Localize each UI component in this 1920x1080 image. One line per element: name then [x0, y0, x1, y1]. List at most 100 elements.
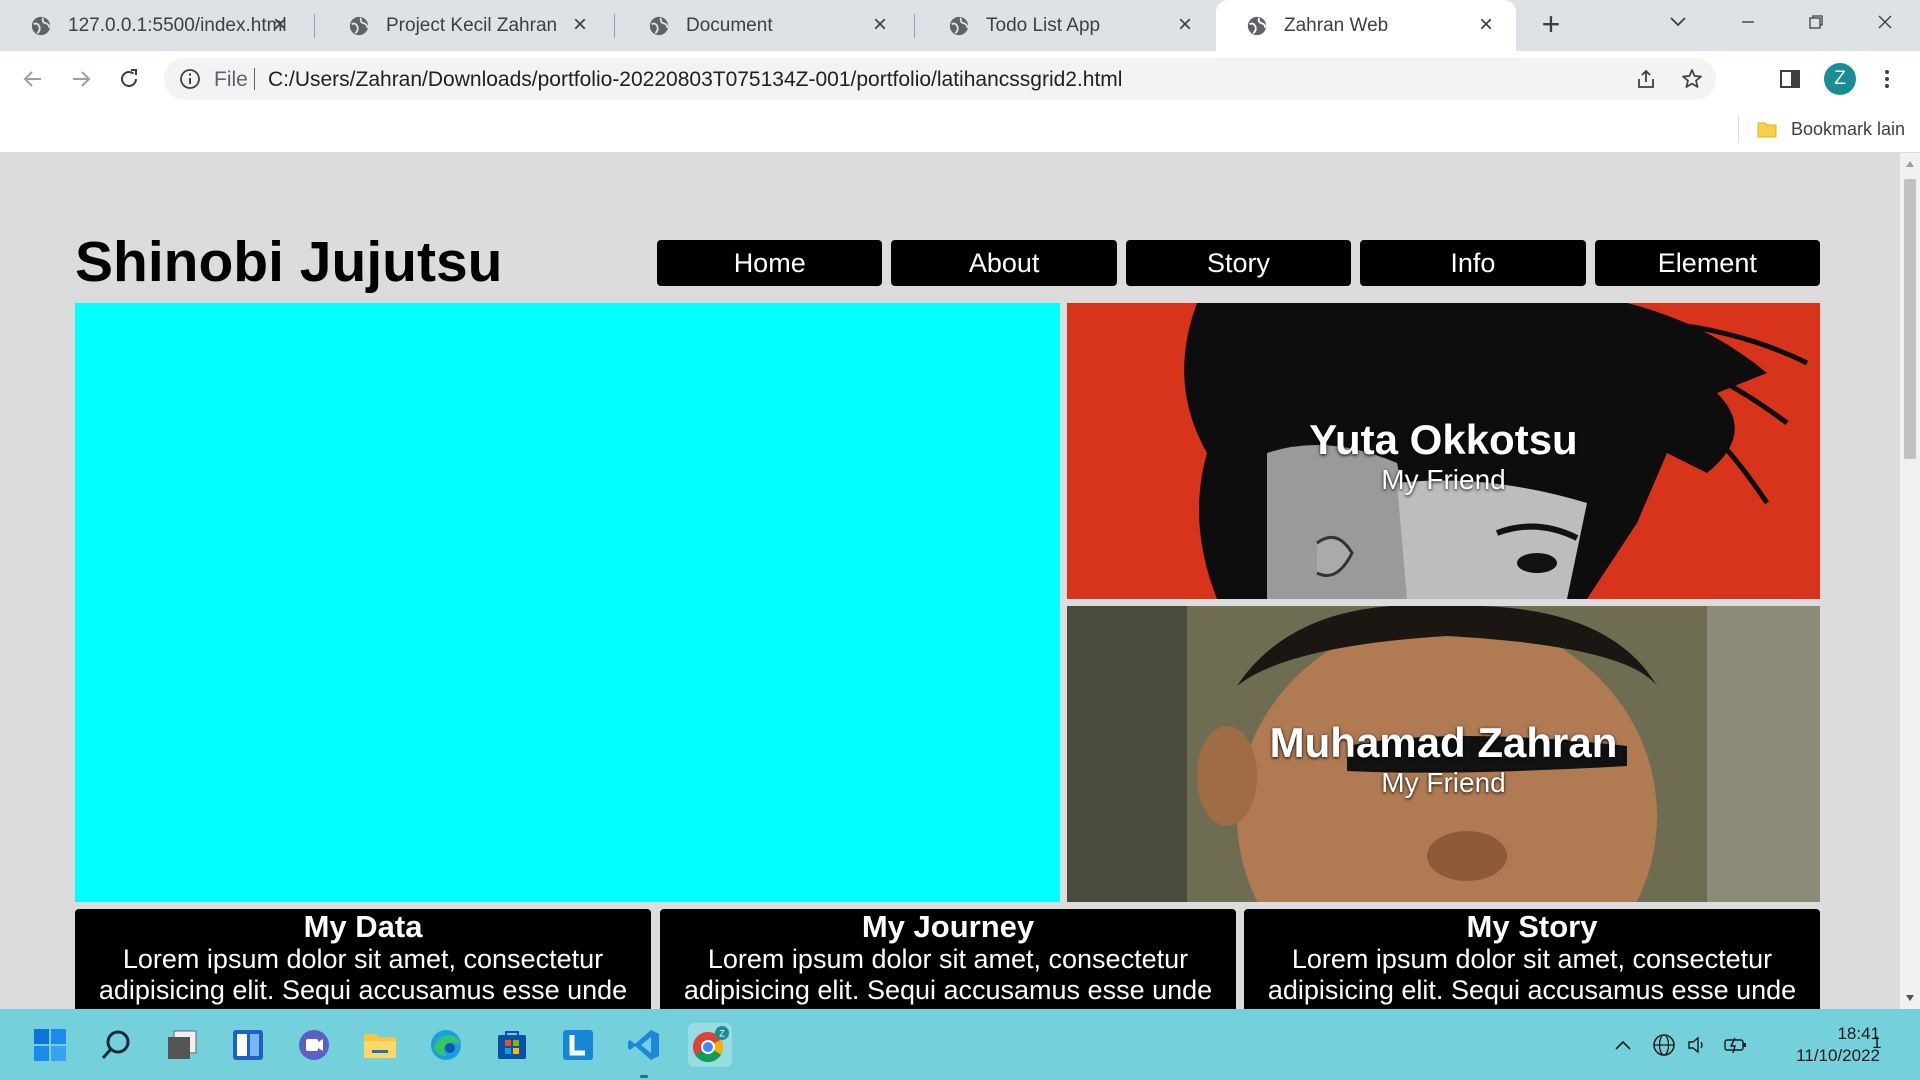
microsoft-store-icon — [498, 1031, 526, 1059]
teams-chat-icon — [299, 1030, 329, 1060]
close-icon[interactable]: × — [268, 13, 292, 37]
card-subtitle: My Friend — [1381, 767, 1506, 798]
show-hidden-icons-button[interactable] — [1609, 1031, 1637, 1059]
arrow-right-icon — [73, 71, 91, 87]
globe-network-icon — [1653, 1034, 1675, 1056]
speaker-icon — [1688, 1036, 1703, 1054]
tab-label: 127.0.0.1:5500/index.html — [68, 14, 287, 36]
notification-badge[interactable]: 1 — [1872, 1033, 1881, 1053]
network-button[interactable] — [1650, 1031, 1678, 1059]
card-name: Yuta Okkotsu — [1309, 416, 1578, 463]
tab-label: Zahran Web — [1284, 14, 1389, 36]
chrome-button[interactable]: Z — [688, 1023, 732, 1067]
file-explorer-icon — [364, 1034, 396, 1058]
browser-tab[interactable]: 127.0.0.1:5500/index.html × — [0, 0, 310, 51]
task-view-icon — [168, 1030, 197, 1059]
scroll-up-arrow[interactable] — [1900, 155, 1920, 173]
share-icon[interactable] — [1634, 67, 1658, 91]
nav-story-button[interactable]: Story — [1125, 240, 1352, 286]
close-icon — [1878, 15, 1892, 29]
info-box-title: My Story — [1466, 909, 1598, 944]
site-nav: Home About Story Info Element — [657, 240, 1821, 286]
site-title: Shinobi Jujutsu — [75, 230, 503, 294]
menu-button[interactable] — [1872, 64, 1902, 94]
globe-icon — [949, 16, 969, 35]
browser-tab[interactable]: Project Kecil Zahran × — [318, 0, 610, 51]
widgets-button[interactable] — [226, 1023, 270, 1067]
windows-taskbar: Z 18:41 11/10/2022 1 — [0, 1009, 1920, 1080]
profile-card: Muhamad Zahran My Friend — [1067, 606, 1820, 902]
info-box: My Story Lorem ipsum dolor sit amet, con… — [1244, 909, 1820, 1009]
caret-up-icon — [1906, 161, 1914, 167]
scheme-label: File — [214, 68, 248, 91]
bookmark-star-icon[interactable] — [1680, 67, 1704, 91]
browser-tab[interactable]: Document × — [618, 0, 910, 51]
task-view-button[interactable] — [160, 1023, 204, 1067]
minimize-button[interactable] — [1718, 0, 1778, 44]
search-icon — [101, 1030, 130, 1059]
info-box-body: Lorem ipsum dolor sit amet, consectetur … — [98, 944, 628, 1005]
close-icon[interactable]: × — [1173, 13, 1197, 37]
profile-card: Yuta Okkotsu My Friend — [1067, 303, 1820, 599]
hero-panel — [75, 303, 1060, 902]
side-panel-button[interactable] — [1775, 64, 1805, 94]
battery-charging-icon — [1724, 1037, 1746, 1054]
l-app-button[interactable] — [556, 1023, 600, 1067]
scrollbar-thumb[interactable] — [1904, 179, 1916, 459]
tab-label: Todo List App — [986, 14, 1101, 36]
reload-button[interactable] — [112, 62, 146, 96]
microsoft-store-button[interactable] — [490, 1023, 534, 1067]
browser-tab-active[interactable]: Zahran Web × — [1216, 0, 1516, 51]
globe-icon — [349, 16, 369, 35]
edge-button[interactable] — [424, 1023, 468, 1067]
info-box-body: Lorem ipsum dolor sit amet, consectetur … — [683, 944, 1213, 1005]
caret-down-icon — [1906, 995, 1914, 1001]
page-viewport: Shinobi Jujutsu Home About Story Info El… — [0, 153, 1900, 1009]
tab-search-button[interactable] — [1648, 0, 1708, 44]
side-panel-icon — [1780, 70, 1800, 88]
other-bookmarks-label: Bookmark lain — [1791, 118, 1906, 139]
file-explorer-button[interactable] — [358, 1023, 402, 1067]
nav-home-button[interactable]: Home — [657, 240, 883, 286]
arrow-left-icon — [23, 71, 41, 87]
close-icon[interactable]: × — [568, 13, 592, 37]
reload-icon — [121, 69, 137, 87]
chrome-icon: Z — [692, 1026, 729, 1063]
minimize-icon — [1742, 21, 1754, 23]
folder-icon — [1757, 122, 1777, 138]
kebab-menu-icon — [1885, 70, 1889, 88]
page-scrollbar[interactable] — [1900, 153, 1920, 1009]
bookmarks-divider — [1738, 115, 1739, 143]
nav-about-button[interactable]: About — [891, 240, 1117, 286]
profile-avatar[interactable]: Z — [1824, 63, 1856, 95]
new-tab-button[interactable]: + — [1535, 8, 1567, 41]
start-button[interactable] — [28, 1023, 72, 1067]
browser-tab[interactable]: Todo List App × — [918, 0, 1215, 51]
browser-toolbar: File C:/Users/Zahran/Downloads/portfolio… — [0, 51, 1920, 105]
info-box-title: My Journey — [861, 909, 1035, 944]
other-bookmarks-folder[interactable]: Bookmark lain — [1757, 115, 1905, 143]
system-clock[interactable]: 18:41 11/10/2022 — [1760, 1023, 1880, 1067]
volume-button[interactable] — [1683, 1031, 1711, 1059]
scroll-down-arrow[interactable] — [1900, 989, 1920, 1007]
info-box: My Data Lorem ipsum dolor sit amet, cons… — [75, 909, 651, 1009]
url-text[interactable]: C:/Users/Zahran/Downloads/portfolio-2022… — [268, 68, 1122, 92]
nav-info-button[interactable]: Info — [1360, 240, 1586, 286]
restore-icon — [1809, 15, 1823, 29]
back-button[interactable] — [16, 62, 50, 96]
close-icon[interactable]: × — [1474, 13, 1498, 37]
close-window-button[interactable] — [1855, 0, 1915, 44]
vscode-button[interactable] — [622, 1023, 666, 1067]
clock-time: 18:41 — [1837, 1024, 1880, 1043]
restore-button[interactable] — [1786, 0, 1846, 44]
teams-chat-button[interactable] — [292, 1023, 336, 1067]
close-icon[interactable]: × — [868, 13, 892, 37]
forward-button[interactable] — [64, 62, 98, 96]
l-app-icon — [563, 1030, 593, 1060]
search-button[interactable] — [94, 1023, 138, 1067]
start-icon — [34, 1029, 66, 1061]
info-icon[interactable] — [178, 67, 202, 91]
nav-element-button[interactable]: Element — [1594, 240, 1821, 286]
address-bar[interactable]: File C:/Users/Zahran/Downloads/portfolio… — [164, 58, 1716, 100]
battery-button[interactable] — [1722, 1031, 1750, 1059]
